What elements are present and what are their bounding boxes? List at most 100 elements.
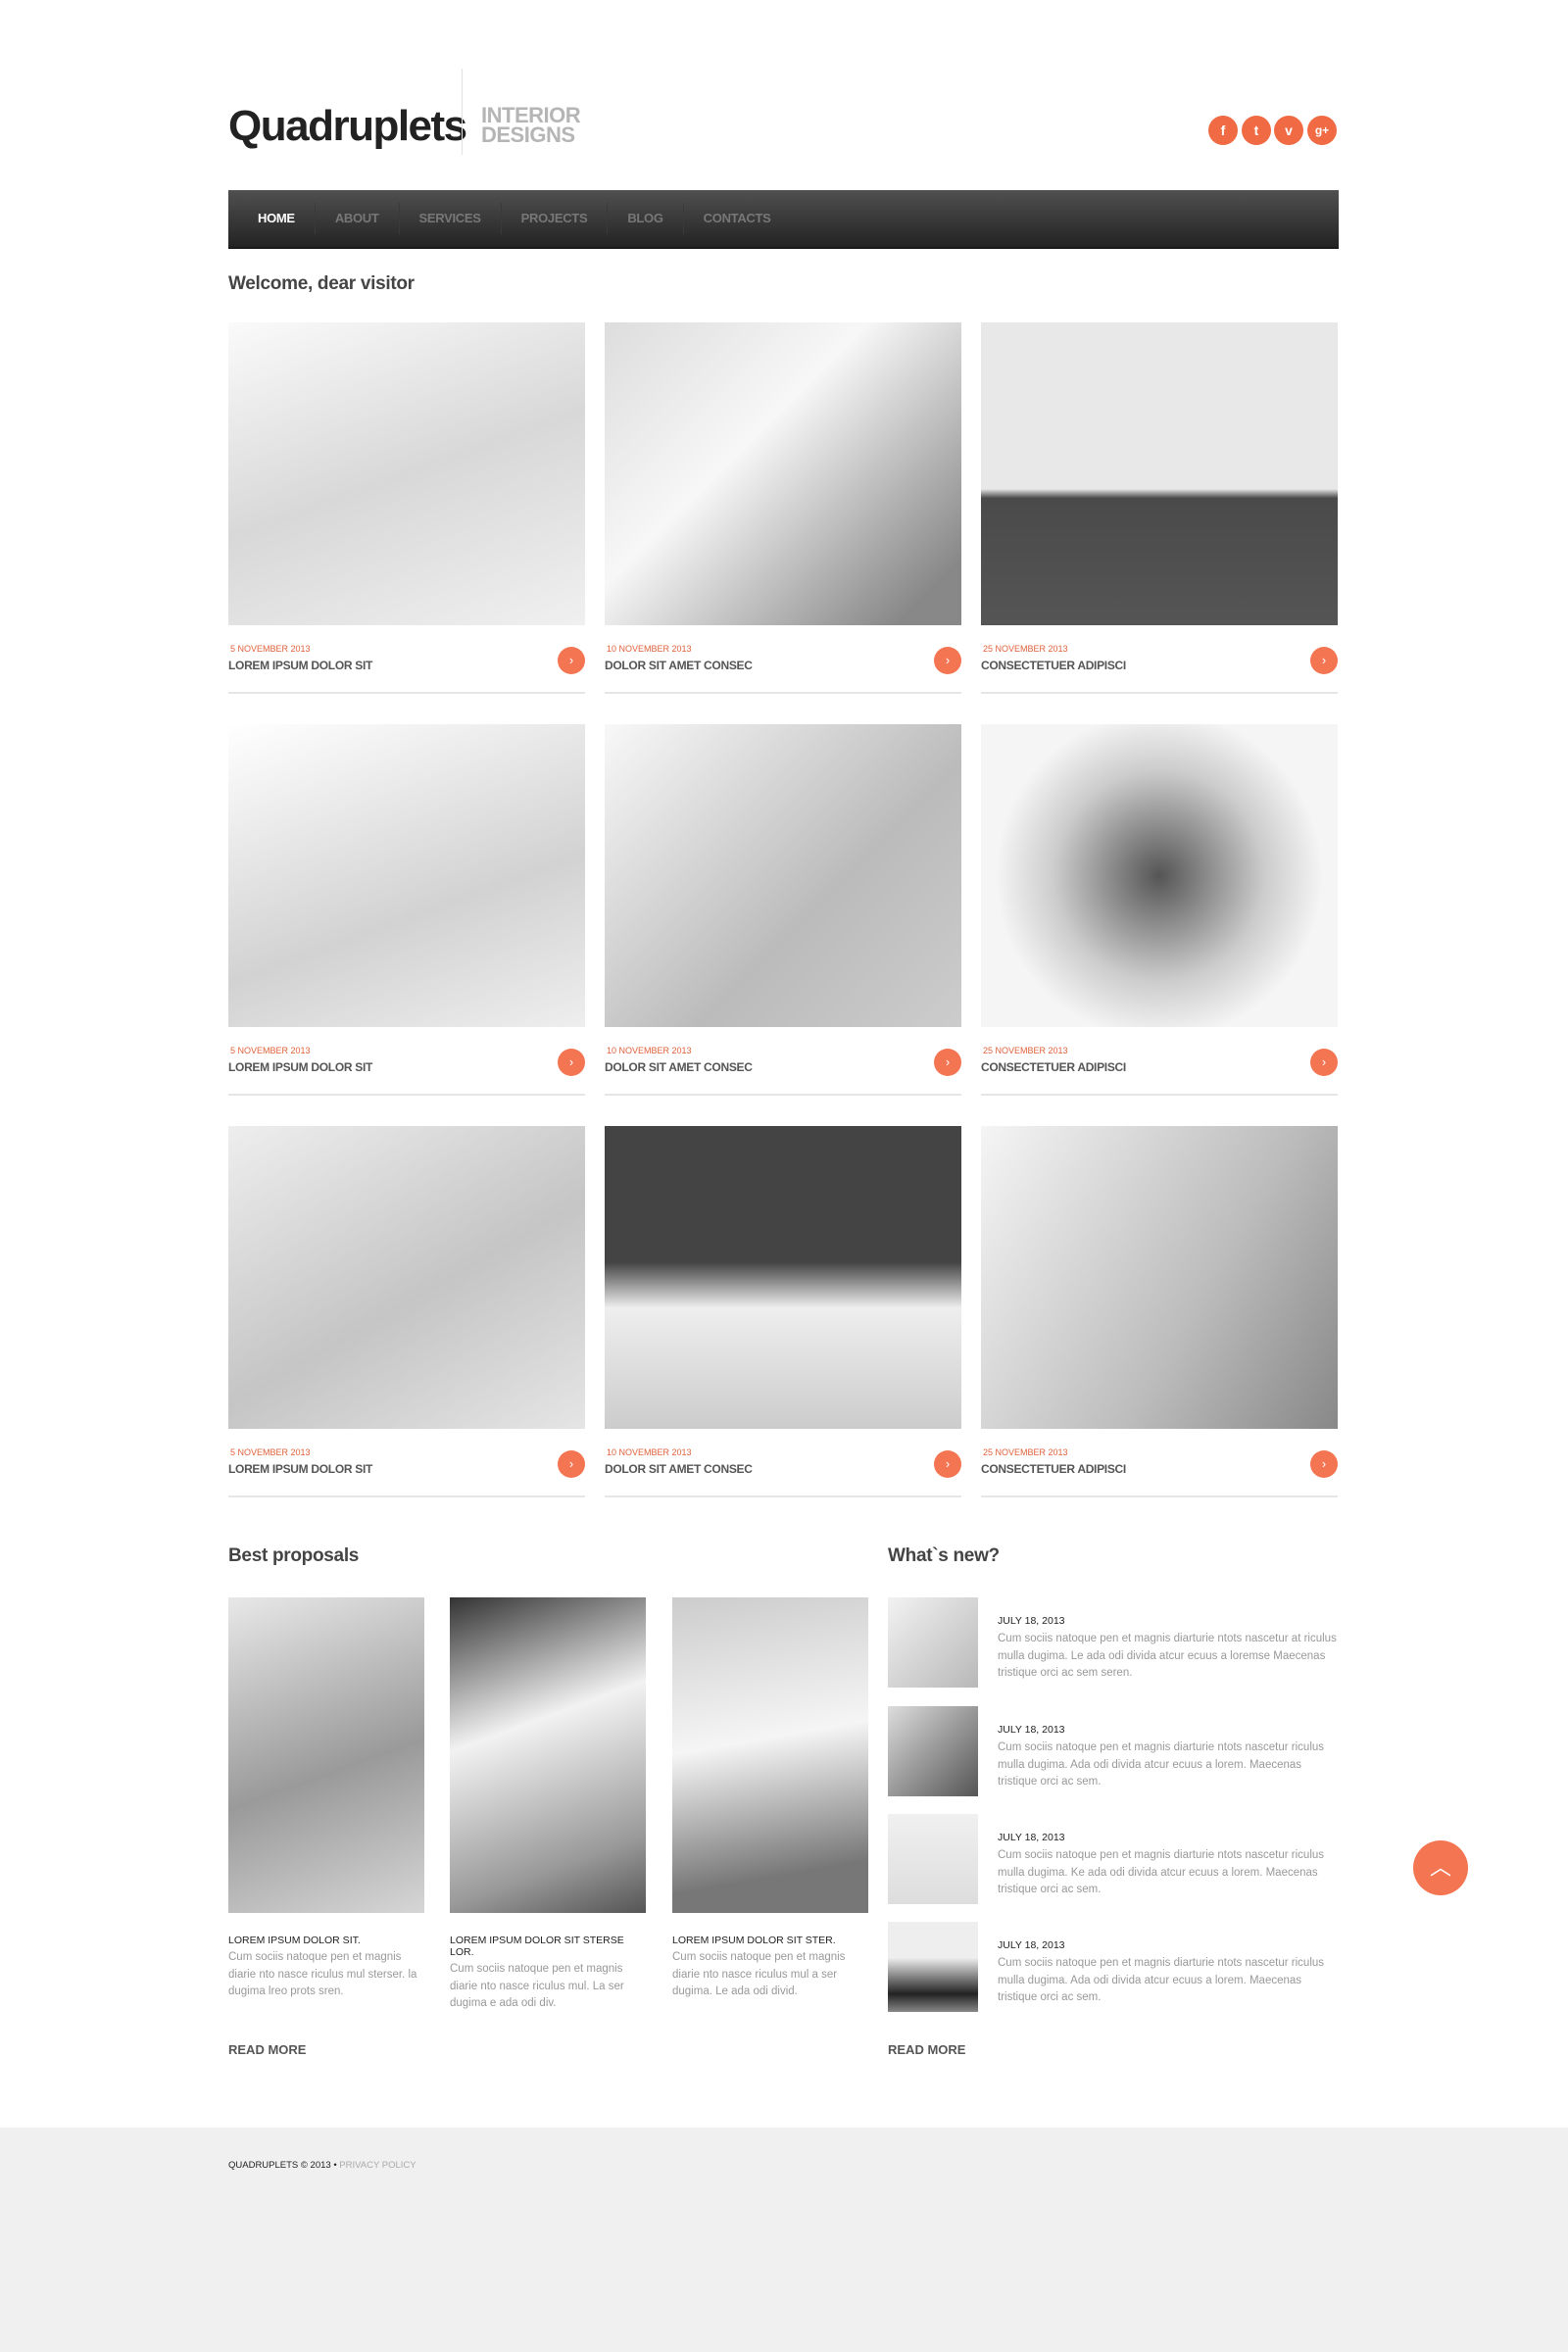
proposal-image[interactable]: [228, 1597, 424, 1913]
vimeo-icon[interactable]: v: [1274, 116, 1303, 145]
gallery-card: 25 NOVEMBER 2013 CONSECTETUER ADIPISCI ›: [981, 1126, 1338, 1516]
card-date: 5 NOVEMBER 2013: [230, 644, 311, 654]
nav-home[interactable]: HOME: [238, 203, 315, 234]
gallery-image[interactable]: [228, 1126, 585, 1429]
card-title[interactable]: CONSECTETUER ADIPISCI: [981, 1060, 1126, 1074]
welcome-title: Welcome, dear visitor: [228, 273, 415, 294]
twitter-icon[interactable]: t: [1242, 116, 1271, 145]
arrow-right-icon[interactable]: ›: [934, 647, 961, 674]
news-item: JULY 18, 2013 Cum sociis natoque pen et m…: [888, 1706, 1339, 1796]
news-item: JULY 18, 2013 Cum sociis natoque pen et m…: [888, 1597, 1339, 1688]
news-text: Cum sociis natoque pen et magnis diartur…: [998, 1957, 1325, 2003]
news-date: JULY 18, 2013: [998, 1939, 1065, 1951]
nav-contacts[interactable]: CONTACTS: [682, 203, 791, 234]
card-divider: [981, 692, 1338, 694]
news-thumbnail[interactable]: [888, 1706, 978, 1796]
news-thumbnail[interactable]: [888, 1922, 978, 2012]
news-read-more[interactable]: READ MORE: [888, 2042, 965, 2057]
tagline-line2: DESIGNS: [481, 122, 575, 147]
proposal-image[interactable]: [672, 1597, 868, 1913]
card-title[interactable]: DOLOR SIT AMET CONSEC: [605, 659, 753, 672]
gallery-card: 5 NOVEMBER 2013 LOREM IPSUM DOLOR SIT ›: [228, 724, 585, 1114]
proposal-text: Cum sociis natoque pen et magnis diarie …: [672, 1951, 846, 1997]
nav-projects[interactable]: PROJECTS: [500, 203, 608, 234]
proposal-text: Cum sociis natoque pen et magnis diarie …: [228, 1951, 417, 1997]
arrow-right-icon[interactable]: ›: [558, 647, 585, 674]
gallery-image[interactable]: [605, 724, 961, 1027]
facebook-icon[interactable]: f: [1208, 116, 1238, 145]
proposals-title: Best proposals: [228, 1545, 360, 1566]
nav-about[interactable]: ABOUT: [314, 203, 399, 234]
gallery-image[interactable]: [228, 724, 585, 1027]
news-date: JULY 18, 2013: [998, 1724, 1065, 1736]
card-divider: [228, 1495, 585, 1497]
privacy-policy-link[interactable]: PRIVACY POLICY: [339, 2160, 416, 2171]
card-divider: [605, 692, 961, 694]
gallery-card: 5 NOVEMBER 2013 LOREM IPSUM DOLOR SIT ›: [228, 1126, 585, 1516]
card-date: 10 NOVEMBER 2013: [607, 1447, 692, 1457]
gallery-card: 10 NOVEMBER 2013 DOLOR SIT AMET CONSEC ›: [605, 322, 961, 712]
news-date: JULY 18, 2013: [998, 1615, 1065, 1627]
gallery-image[interactable]: [981, 1126, 1338, 1429]
arrow-right-icon[interactable]: ›: [934, 1049, 961, 1076]
nav-services[interactable]: SERVICES: [398, 203, 501, 234]
nav-blog[interactable]: BLOG: [607, 203, 682, 234]
card-title[interactable]: CONSECTETUER ADIPISCI: [981, 1462, 1126, 1476]
gallery-card: 25 NOVEMBER 2013 CONSECTETUER ADIPISCI ›: [981, 322, 1338, 712]
card-date: 5 NOVEMBER 2013: [230, 1447, 311, 1457]
gallery-image[interactable]: [605, 1126, 961, 1429]
proposal-item: LOREM IPSUM DOLOR SIT STER. Cum sociis na…: [672, 1597, 868, 2001]
proposal-item: LOREM IPSUM DOLOR SIT STERSE LOR. Cum soc…: [450, 1597, 646, 2013]
back-to-top-button[interactable]: ︿: [1413, 1840, 1468, 1895]
card-divider: [981, 1094, 1338, 1096]
arrow-right-icon[interactable]: ›: [558, 1450, 585, 1478]
proposal-text: Cum sociis natoque pen et magnis diarie …: [450, 1963, 624, 2009]
google-plus-icon[interactable]: g+: [1307, 116, 1337, 145]
gallery-card: 5 NOVEMBER 2013 LOREM IPSUM DOLOR SIT ›: [228, 322, 585, 712]
card-title[interactable]: LOREM IPSUM DOLOR SIT: [228, 1060, 372, 1074]
news-text: Cum sociis natoque pen et magnis diartur…: [998, 1741, 1325, 1788]
arrow-right-icon[interactable]: ›: [1310, 1049, 1338, 1076]
gallery-image[interactable]: [981, 322, 1338, 625]
tagline: INTERIOR DESIGNS: [481, 105, 581, 147]
card-title[interactable]: DOLOR SIT AMET CONSEC: [605, 1462, 753, 1476]
card-date: 25 NOVEMBER 2013: [983, 644, 1068, 654]
proposal-title[interactable]: LOREM IPSUM DOLOR SIT.: [228, 1935, 424, 1946]
arrow-right-icon[interactable]: ›: [558, 1049, 585, 1076]
logo-divider: [462, 69, 463, 155]
gallery-image[interactable]: [605, 322, 961, 625]
card-date: 5 NOVEMBER 2013: [230, 1046, 311, 1055]
card-title[interactable]: DOLOR SIT AMET CONSEC: [605, 1060, 753, 1074]
card-date: 25 NOVEMBER 2013: [983, 1447, 1068, 1457]
card-date: 25 NOVEMBER 2013: [983, 1046, 1068, 1055]
card-title[interactable]: CONSECTETUER ADIPISCI: [981, 659, 1126, 672]
arrow-right-icon[interactable]: ›: [934, 1450, 961, 1478]
main-nav: HOME ABOUT SERVICES PROJECTS BLOG CONTAC…: [228, 190, 1339, 249]
proposal-title[interactable]: LOREM IPSUM DOLOR SIT STER.: [672, 1935, 868, 1946]
news-thumbnail[interactable]: [888, 1814, 978, 1904]
news-thumbnail[interactable]: [888, 1597, 978, 1688]
card-date: 10 NOVEMBER 2013: [607, 644, 692, 654]
footer-text: QUADRUPLETS © 2013 • PRIVACY POLICY: [228, 2160, 416, 2171]
news-date: JULY 18, 2013: [998, 1832, 1065, 1843]
news-item: JULY 18, 2013 Cum sociis natoque pen et m…: [888, 1814, 1339, 1904]
news-text: Cum sociis natoque pen et magnis diartur…: [998, 1849, 1325, 1895]
card-divider: [605, 1094, 961, 1096]
card-title[interactable]: LOREM IPSUM DOLOR SIT: [228, 1462, 372, 1476]
proposals-read-more[interactable]: READ MORE: [228, 2042, 306, 2057]
card-divider: [981, 1495, 1338, 1497]
gallery-image[interactable]: [228, 322, 585, 625]
proposal-title[interactable]: LOREM IPSUM DOLOR SIT STERSE LOR.: [450, 1935, 646, 1958]
card-title[interactable]: LOREM IPSUM DOLOR SIT: [228, 659, 372, 672]
card-date: 10 NOVEMBER 2013: [607, 1046, 692, 1055]
arrow-right-icon[interactable]: ›: [1310, 1450, 1338, 1478]
gallery-image[interactable]: [981, 724, 1338, 1027]
proposal-image[interactable]: [450, 1597, 646, 1913]
card-divider: [605, 1495, 961, 1497]
news-text: Cum sociis natoque pen et magnis diartur…: [998, 1633, 1337, 1679]
copyright: QUADRUPLETS © 2013 •: [228, 2160, 340, 2171]
gallery-card: 10 NOVEMBER 2013 DOLOR SIT AMET CONSEC ›: [605, 1126, 961, 1516]
logo[interactable]: Quadruplets: [228, 102, 467, 151]
arrow-right-icon[interactable]: ›: [1310, 647, 1338, 674]
news-item: JULY 18, 2013 Cum sociis natoque pen et m…: [888, 1922, 1339, 2012]
